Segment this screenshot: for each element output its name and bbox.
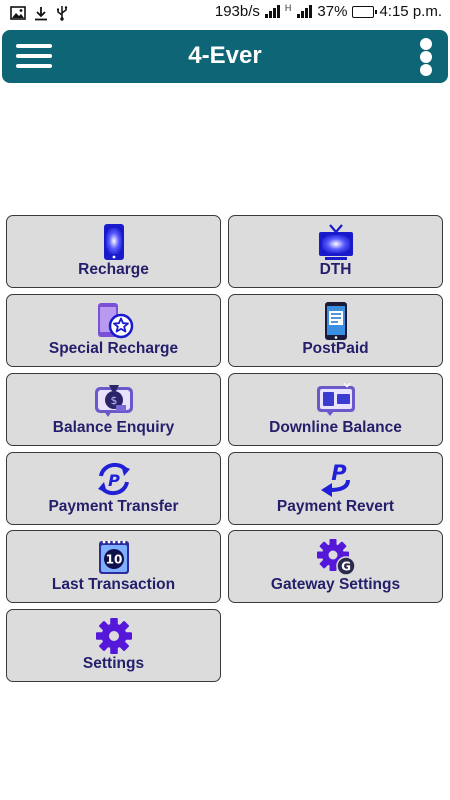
last-transaction-button[interactable]: 10 Last Transaction [6, 530, 221, 603]
tile-label: Payment Revert [276, 498, 395, 515]
svg-text:G: G [341, 560, 351, 574]
image-icon [10, 6, 26, 25]
downline-balance-button[interactable]: Downline Balance [228, 373, 443, 446]
balance-enquiry-button[interactable]: $ Balance Enquiry [6, 373, 221, 446]
tile-label: Payment Transfer [48, 498, 179, 515]
battery-icon [352, 5, 378, 18]
tile-label: PostPaid [302, 340, 369, 357]
status-right: 193b/s H 37% 4:15 p.m. [215, 3, 442, 20]
gear-icon [94, 617, 134, 655]
svg-text:P: P [108, 471, 120, 490]
signal-icon-2 [297, 5, 313, 18]
network-type-label: H [284, 3, 292, 13]
svg-text:P: P [331, 461, 347, 485]
tile-label: Gateway Settings [270, 576, 401, 593]
calendar-10-icon: 10 [94, 538, 134, 576]
paypal-transfer-icon: P [94, 460, 134, 498]
monitor-devices-icon [316, 381, 356, 419]
battery-percent: 37% [317, 3, 348, 20]
download-icon [34, 6, 48, 26]
tv-icon [316, 223, 356, 261]
tile-label: Last Transaction [51, 576, 176, 593]
status-bar: 193b/s H 37% 4:15 p.m. [0, 0, 450, 28]
payment-revert-button[interactable]: P Payment Revert [228, 452, 443, 525]
tile-label: Recharge [78, 261, 149, 278]
postpaid-button[interactable]: PostPaid [228, 294, 443, 367]
usb-icon [56, 5, 68, 26]
money-bag-icon: $ [94, 381, 134, 419]
phone-star-icon [94, 302, 134, 340]
signal-icon [264, 5, 280, 18]
special-recharge-button[interactable]: Special Recharge [6, 294, 221, 367]
tile-label: Downline Balance [269, 419, 402, 436]
dth-button[interactable]: DTH [228, 215, 443, 288]
notification-icons [10, 5, 68, 26]
recharge-button[interactable]: Recharge [6, 215, 221, 288]
mobile-phone-icon [94, 223, 134, 261]
payment-transfer-button[interactable]: P Payment Transfer [6, 452, 221, 525]
svg-text:10: 10 [105, 553, 122, 567]
app-bar: 4-Ever [2, 30, 448, 83]
settings-button[interactable]: Settings [6, 609, 221, 682]
gear-g-icon: G [316, 538, 356, 576]
gateway-settings-button[interactable]: G Gateway Settings [228, 530, 443, 603]
tile-label: Settings [82, 655, 145, 672]
paypal-revert-icon: P [316, 460, 356, 498]
phone-bill-icon [316, 302, 356, 340]
tile-label: Balance Enquiry [52, 419, 175, 436]
more-vert-icon[interactable] [418, 38, 434, 76]
tile-label: Special Recharge [48, 340, 179, 357]
tile-label: DTH [319, 261, 352, 278]
clock: 4:15 p.m. [379, 3, 442, 20]
network-speed: 193b/s [214, 3, 260, 20]
app-title: 4-Ever [188, 42, 262, 69]
